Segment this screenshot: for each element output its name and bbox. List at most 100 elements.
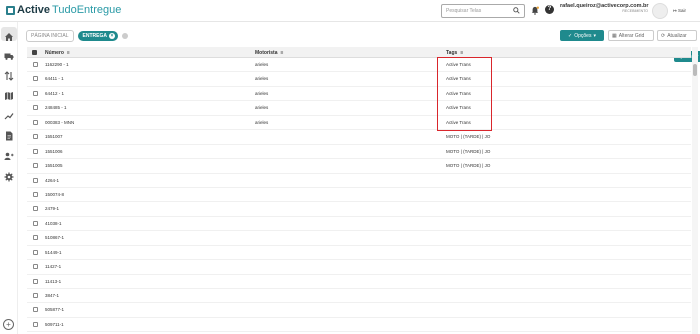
- cell-numero: 1551006: [45, 148, 63, 154]
- row-checkbox[interactable]: [33, 163, 38, 169]
- table-row[interactable]: 505877-1: [27, 303, 691, 318]
- cell-numero: 248485 - 1: [45, 105, 67, 111]
- cell-numero: 000383 - MNN: [45, 119, 75, 125]
- sidebar: [0, 22, 18, 334]
- scrollbar[interactable]: [692, 47, 698, 334]
- row-checkbox[interactable]: [33, 191, 38, 197]
- cell-numero: 509711-1: [45, 321, 64, 327]
- row-checkbox[interactable]: [33, 90, 38, 96]
- table-row[interactable]: 3847-1: [27, 289, 691, 304]
- logout-button[interactable]: ↦ Sair: [673, 8, 686, 14]
- sidebar-item-settings[interactable]: [4, 169, 14, 182]
- user-role: RECEBIMENTO: [622, 9, 648, 13]
- bell-icon[interactable]: [531, 6, 539, 15]
- table-row[interactable]: 1551005 MOTO | (TARDE) | JO: [27, 159, 691, 174]
- sidebar-item-documents[interactable]: [4, 128, 14, 141]
- truck-icon: [4, 53, 14, 60]
- column-header-numero[interactable]: Número ≡: [45, 50, 70, 56]
- breadcrumb: PÁGINA INICIAL ENTREGA ×: [26, 30, 128, 42]
- filter-icon[interactable]: ≡: [67, 50, 70, 56]
- row-checkbox[interactable]: [33, 264, 38, 270]
- column-header-tags[interactable]: Tags ≡: [446, 50, 463, 56]
- table-body: 1162290 - 1 arieles Active Trans 64411 - 1a…: [27, 58, 691, 333]
- sidebar-item-users[interactable]: [4, 148, 14, 160]
- cell-numero: 3847-1: [45, 293, 60, 298]
- row-checkbox[interactable]: [33, 249, 38, 255]
- table-row[interactable]: 11413-1: [27, 275, 691, 289]
- table-row[interactable]: 41038-1: [27, 217, 691, 232]
- change-grid-button[interactable]: ▦ Alterar Grid: [608, 30, 654, 41]
- row-checkbox[interactable]: [33, 220, 38, 226]
- options-button[interactable]: ✓ Opções ▾: [560, 30, 604, 41]
- table-row[interactable]: 1551007 MOTO | (TARDE) | JO: [27, 130, 691, 145]
- table-row[interactable]: 248485 - 1 arieles Active Trans: [27, 101, 691, 116]
- home-icon: [5, 33, 13, 41]
- search-input[interactable]: Pesquisar Telas: [441, 4, 525, 18]
- users-icon: [4, 152, 14, 160]
- refresh-button[interactable]: ⟳ Atualizar: [657, 30, 697, 41]
- table-row[interactable]: 64411 - 1 arieles Active Trans: [27, 72, 691, 87]
- row-checkbox[interactable]: [33, 177, 38, 183]
- close-icon[interactable]: ×: [108, 33, 115, 39]
- row-checkbox[interactable]: [33, 62, 38, 67]
- change-grid-label: Alterar Grid: [618, 32, 645, 39]
- refresh-label: Atualizar: [667, 32, 687, 39]
- table-row[interactable]: 1162290 - 1 arieles Active Trans: [27, 58, 691, 73]
- cell-numero: 2479-1: [45, 206, 60, 212]
- row-checkbox[interactable]: [33, 307, 38, 313]
- cell-numero: 1162290 - 1: [45, 62, 69, 67]
- column-header-label: Tags: [446, 50, 458, 56]
- filter-icon[interactable]: ≡: [460, 50, 463, 56]
- tab-home[interactable]: PÁGINA INICIAL: [26, 30, 74, 42]
- table-row[interactable]: 510867-1: [27, 231, 691, 246]
- table-row[interactable]: 64412 - 1 arieles Active Trans: [27, 87, 691, 102]
- add-icon[interactable]: +: [3, 319, 14, 330]
- table-row[interactable]: 11427-1: [27, 260, 691, 275]
- search-placeholder: Pesquisar Telas: [446, 8, 482, 14]
- select-all-checkbox[interactable]: [32, 50, 37, 55]
- row-checkbox[interactable]: [33, 321, 38, 327]
- table-row[interactable]: 1551006 MOTO | (TARDE) | JO: [27, 145, 691, 160]
- sidebar-item-map[interactable]: [4, 88, 14, 100]
- sidebar-item-deliveries[interactable]: [4, 48, 14, 60]
- cell-numero: 505877-1: [45, 307, 65, 313]
- filter-icon[interactable]: ≡: [281, 50, 284, 56]
- row-checkbox[interactable]: [33, 105, 38, 111]
- brand-name-active: Active: [17, 4, 51, 16]
- cell-motorista: arieles: [255, 76, 269, 82]
- search-icon[interactable]: [513, 7, 520, 14]
- row-checkbox[interactable]: [33, 134, 38, 140]
- scrollbar-thumb[interactable]: [693, 64, 697, 76]
- table-row[interactable]: 509711-1: [27, 318, 691, 333]
- row-checkbox[interactable]: [33, 119, 38, 125]
- gear-icon: [4, 172, 14, 182]
- cell-numero: 510867-1: [45, 235, 65, 241]
- tab-more-icon[interactable]: [121, 33, 128, 39]
- sidebar-item-reports[interactable]: [4, 108, 14, 120]
- table-row[interactable]: 2479-1: [27, 202, 691, 217]
- tags-highlight-box: [437, 57, 492, 131]
- table-row[interactable]: 000383 - MNN arieles Active Trans: [27, 116, 691, 131]
- table-row[interactable]: 4264-1: [27, 174, 691, 188]
- sort-icon: [4, 71, 14, 81]
- map-icon: [5, 92, 13, 100]
- row-checkbox[interactable]: [33, 293, 38, 298]
- help-icon[interactable]: ?: [545, 5, 554, 14]
- row-checkbox[interactable]: [33, 235, 38, 241]
- row-checkbox[interactable]: [33, 206, 38, 212]
- avatar[interactable]: [652, 3, 668, 19]
- tab-entrega[interactable]: ENTREGA ×: [77, 31, 118, 41]
- cell-motorista: arieles: [255, 119, 269, 125]
- app-logo[interactable]: Active TudoEntregue: [6, 4, 121, 16]
- row-checkbox[interactable]: [33, 278, 38, 284]
- options-check-icon: ✓: [568, 32, 573, 39]
- sidebar-item-sort[interactable]: [4, 68, 14, 81]
- table-row[interactable]: 51449-1: [27, 246, 691, 261]
- row-checkbox[interactable]: [33, 76, 38, 82]
- table-row[interactable]: 150074-8: [27, 188, 691, 203]
- cell-numero: 11413-1: [45, 278, 62, 284]
- row-checkbox[interactable]: [33, 148, 38, 154]
- sidebar-item-home[interactable]: [1, 27, 17, 41]
- column-header-motorista[interactable]: Motorista ≡: [255, 50, 283, 56]
- column-header-label: Motorista: [255, 50, 278, 56]
